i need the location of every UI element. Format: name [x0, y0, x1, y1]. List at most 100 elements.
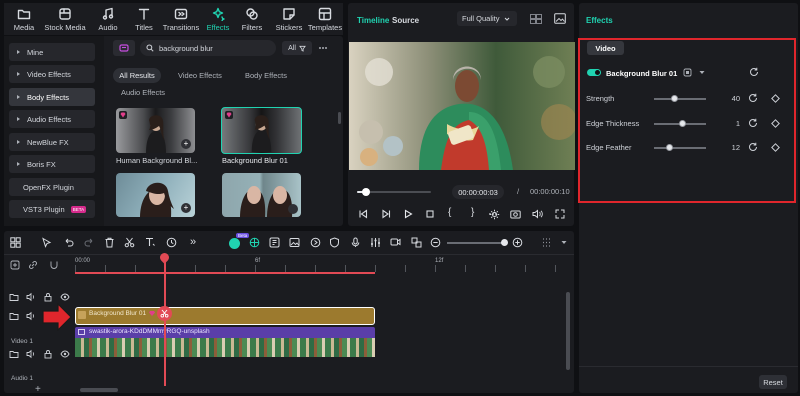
video-clip-filmstrip[interactable]	[75, 338, 375, 357]
marker-icon[interactable]	[269, 237, 280, 248]
edge-feather-value[interactable]: 12	[720, 143, 740, 152]
undo-icon[interactable]	[63, 237, 74, 248]
fullscreen-icon[interactable]	[555, 209, 565, 219]
video-clip-header[interactable]: swastik-arora-KDdDMMmyRGQ-unsplash	[75, 327, 375, 338]
current-time[interactable]: 00:00:00:03	[452, 185, 504, 199]
add-track-button[interactable]: +	[35, 385, 41, 395]
category-newblue-fx[interactable]: NewBlue FX	[9, 133, 95, 151]
toolbar-filters[interactable]: Filters	[232, 3, 272, 35]
edge-feather-slider-knob[interactable]	[666, 143, 674, 151]
previous-frame-icon[interactable]	[358, 209, 368, 219]
search-input[interactable]: background blur	[140, 40, 276, 56]
link-icon[interactable]	[28, 260, 38, 270]
tab-video-effects[interactable]: Video Effects	[178, 71, 222, 80]
zoom-in-icon[interactable]	[512, 237, 523, 248]
mark-out-icon[interactable]: }	[471, 207, 474, 218]
library-scrollbar[interactable]	[338, 112, 341, 124]
lock-icon[interactable]	[43, 292, 53, 302]
step-forward-icon[interactable]	[381, 209, 391, 219]
category-body-effects[interactable]: Body Effects	[9, 88, 95, 106]
caret-down-icon[interactable]	[699, 70, 705, 75]
timeline-vertical-scrollbar[interactable]	[566, 292, 570, 370]
tab-audio-effects[interactable]: Audio Effects	[121, 88, 165, 97]
layout-icon[interactable]	[10, 237, 21, 248]
stop-icon[interactable]	[425, 209, 435, 219]
volume-icon[interactable]	[26, 349, 36, 359]
effect-thumbnail[interactable]: +	[116, 173, 195, 217]
edge-thickness-value[interactable]: 1	[720, 119, 740, 128]
download-icon[interactable]	[288, 204, 298, 214]
quality-dropdown[interactable]: Full Quality	[457, 11, 517, 26]
expand-icon[interactable]: »	[190, 236, 196, 248]
timeline-horizontal-scrollbar[interactable]	[80, 388, 118, 392]
timeline-options-icon[interactable]	[541, 237, 552, 248]
filter-dropdown[interactable]: All	[282, 41, 312, 55]
strength-value[interactable]: 40	[720, 94, 740, 103]
redo-icon[interactable]	[84, 237, 95, 248]
audio-mixer-icon[interactable]	[370, 237, 381, 248]
toolbar-stock-media[interactable]: Stock Media	[42, 3, 88, 35]
strength-slider[interactable]	[654, 98, 706, 100]
keyframe-panel-icon[interactable]	[683, 68, 692, 77]
effect-thumbnail-selected[interactable]	[221, 107, 302, 154]
category-mine[interactable]: Mine	[9, 43, 95, 61]
ai-tools-icon[interactable]	[229, 238, 240, 249]
edge-feather-slider[interactable]	[654, 147, 706, 149]
effect-thumbnail[interactable]	[222, 173, 301, 217]
scissors-icon[interactable]	[124, 237, 135, 248]
crop-icon[interactable]	[166, 237, 177, 248]
volume-icon[interactable]	[532, 209, 543, 219]
render-settings-icon[interactable]	[489, 209, 500, 220]
toolbar-audio[interactable]: Audio	[88, 3, 128, 35]
effect-thumbnail[interactable]: +	[116, 108, 195, 153]
tab-video[interactable]: Video	[587, 41, 624, 55]
category-openfx-plugin[interactable]: OpenFX Plugin	[9, 178, 95, 196]
reset-button[interactable]: Reset	[759, 375, 787, 389]
snapshot-icon[interactable]	[554, 13, 566, 24]
shield-icon[interactable]	[329, 237, 340, 248]
timeline-playhead[interactable]	[164, 256, 166, 386]
effect-enable-toggle[interactable]	[587, 69, 601, 76]
zoom-slider-knob[interactable]	[501, 239, 508, 246]
toolbar-templates[interactable]: Templates	[305, 3, 345, 35]
add-track-icon[interactable]	[10, 260, 20, 270]
toolbar-media[interactable]: Media	[4, 3, 44, 35]
zoom-slider[interactable]	[447, 239, 508, 246]
lock-icon[interactable]	[43, 349, 53, 359]
select-tool-icon[interactable]	[41, 237, 52, 248]
split-clip-icon[interactable]	[157, 306, 172, 321]
favorites-button[interactable]	[113, 40, 135, 56]
folder-icon[interactable]	[9, 311, 19, 321]
tab-timeline[interactable]: Timeline	[357, 16, 389, 25]
edge-thickness-slider-knob[interactable]	[679, 119, 687, 127]
keyframe-diamond-icon[interactable]	[771, 94, 780, 103]
play-icon[interactable]	[403, 209, 413, 219]
toolbar-transitions[interactable]: Transitions	[161, 3, 201, 35]
tab-all-results[interactable]: All Results	[113, 68, 161, 83]
speed-icon[interactable]	[310, 237, 321, 248]
replace-icon[interactable]	[411, 237, 422, 248]
microphone-icon[interactable]	[350, 237, 361, 248]
magnet-icon[interactable]	[49, 260, 59, 270]
eye-icon[interactable]	[60, 349, 70, 359]
video-preview[interactable]	[349, 42, 575, 170]
tab-body-effects[interactable]: Body Effects	[245, 71, 287, 80]
playback-progress-bar[interactable]	[357, 188, 431, 196]
delete-icon[interactable]	[104, 237, 115, 248]
multicam-icon[interactable]	[390, 237, 401, 248]
toolbar-titles[interactable]: Titles	[124, 3, 164, 35]
folder-icon[interactable]	[9, 349, 19, 359]
folder-icon[interactable]	[9, 292, 19, 302]
effect-clip[interactable]: Background Blur 01	[75, 307, 375, 325]
eye-icon[interactable]	[60, 292, 70, 302]
add-icon[interactable]: +	[181, 139, 191, 149]
reset-icon[interactable]	[748, 142, 758, 152]
keyframe-diamond-icon[interactable]	[771, 143, 780, 152]
category-audio-effects[interactable]: Audio Effects	[9, 110, 95, 128]
volume-icon[interactable]	[26, 292, 36, 302]
volume-icon[interactable]	[26, 311, 36, 321]
add-icon[interactable]: +	[181, 203, 191, 213]
mark-in-icon[interactable]: {	[448, 207, 451, 218]
category-video-effects[interactable]: Video Effects	[9, 65, 95, 83]
caret-down-icon[interactable]	[561, 240, 567, 245]
